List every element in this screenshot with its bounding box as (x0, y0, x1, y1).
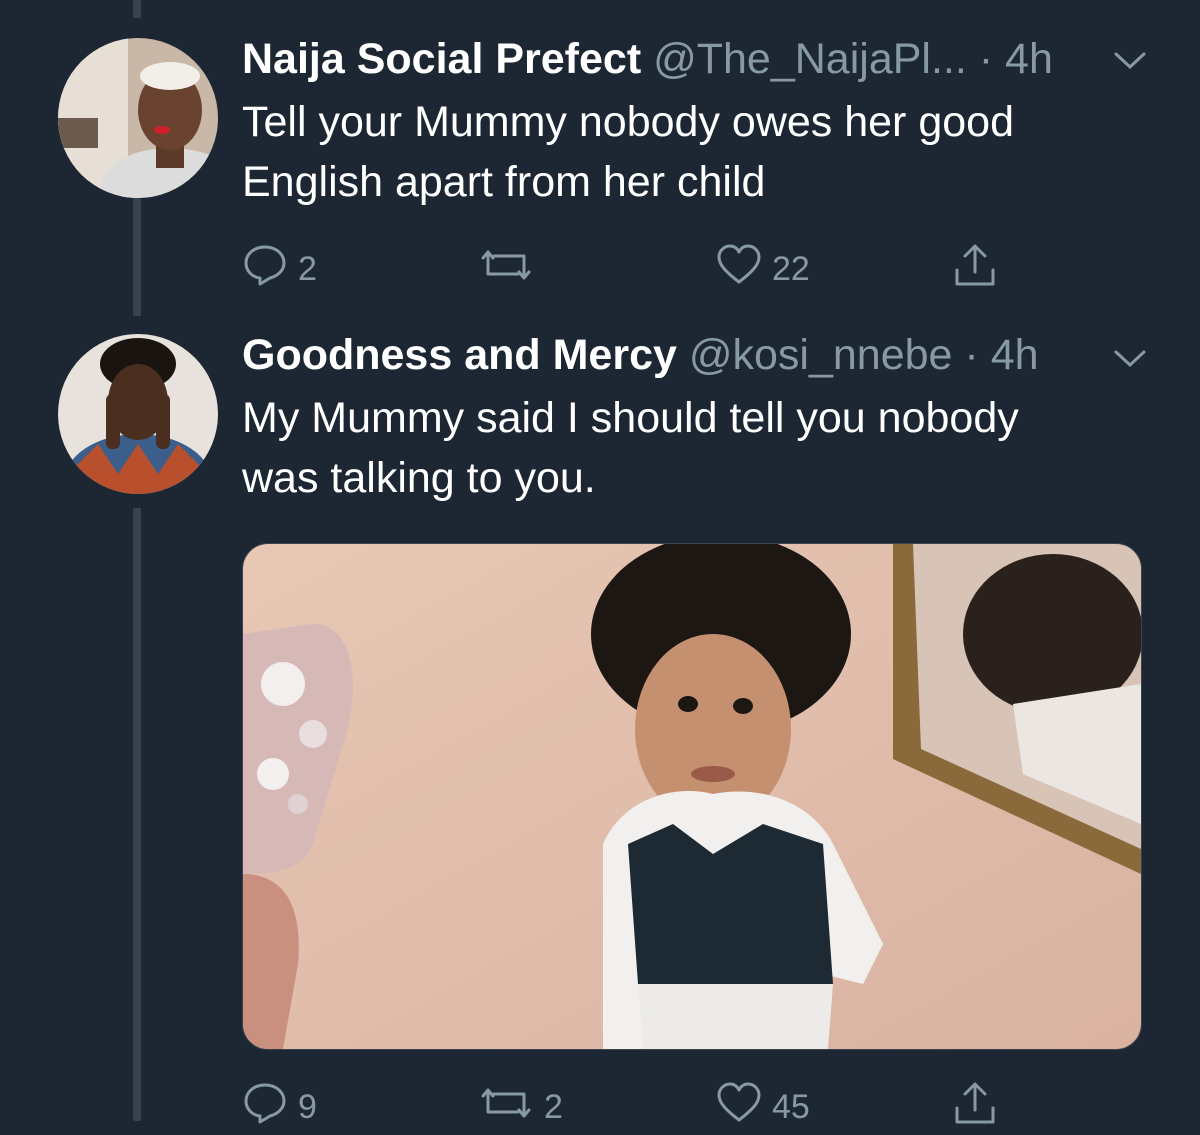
avatar[interactable] (58, 38, 218, 198)
share-button[interactable] (952, 244, 998, 294)
retweet-button[interactable] (478, 244, 544, 294)
share-icon (952, 242, 998, 297)
chevron-down-icon[interactable] (1112, 346, 1148, 375)
share-icon (952, 1080, 998, 1135)
reply-icon (242, 242, 288, 297)
heart-icon (716, 1080, 762, 1135)
user-handle[interactable]: @The_NaijaPl... (653, 35, 967, 83)
tweet-header: Goodness and Mercy @kosi_nnebe · 4h (242, 330, 1039, 380)
heart-icon (716, 242, 762, 297)
reply-count: 2 (298, 249, 317, 288)
tweet-text: My Mummy said I should tell you nobody w… (242, 388, 1162, 508)
share-button[interactable] (952, 1082, 998, 1132)
like-button[interactable]: 45 (716, 1082, 810, 1132)
retweet-icon (478, 242, 534, 297)
tweet-text-line: My Mummy said I should tell you nobody (242, 394, 1019, 442)
retweet-icon (478, 1080, 534, 1135)
tweet-text-line: was talking to you. (242, 454, 596, 502)
display-name[interactable]: Goodness and Mercy (242, 331, 677, 379)
reply-button[interactable]: 9 (242, 1082, 317, 1132)
reply-icon (242, 1080, 288, 1135)
like-button[interactable]: 22 (716, 244, 810, 294)
tweet-text-line: Tell your Mummy nobody owes her good (242, 98, 1014, 146)
display-name[interactable]: Naija Social Prefect (242, 35, 641, 83)
tweet-actions: 2 22 (242, 244, 1022, 294)
avatar[interactable] (58, 334, 218, 494)
chevron-down-icon[interactable] (1112, 48, 1148, 77)
like-count: 22 (772, 249, 810, 288)
retweet-button[interactable]: 2 (478, 1082, 563, 1132)
tweet-text-line: English apart from her child (242, 158, 766, 206)
timestamp[interactable]: · 4h (979, 35, 1053, 83)
tweet-1[interactable]: Naija Social Prefect @The_NaijaPl... · 4… (0, 0, 1200, 320)
reply-button[interactable]: 2 (242, 244, 317, 294)
tweet-actions: 9 2 45 (242, 1082, 1022, 1132)
user-handle[interactable]: @kosi_nnebe (689, 331, 953, 379)
tweet-media-image[interactable] (242, 543, 1142, 1050)
tweet-header: Naija Social Prefect @The_NaijaPl... · 4… (242, 34, 1053, 84)
tweet-text: Tell your Mummy nobody owes her good Eng… (242, 92, 1162, 212)
timestamp[interactable]: · 4h (964, 331, 1038, 379)
